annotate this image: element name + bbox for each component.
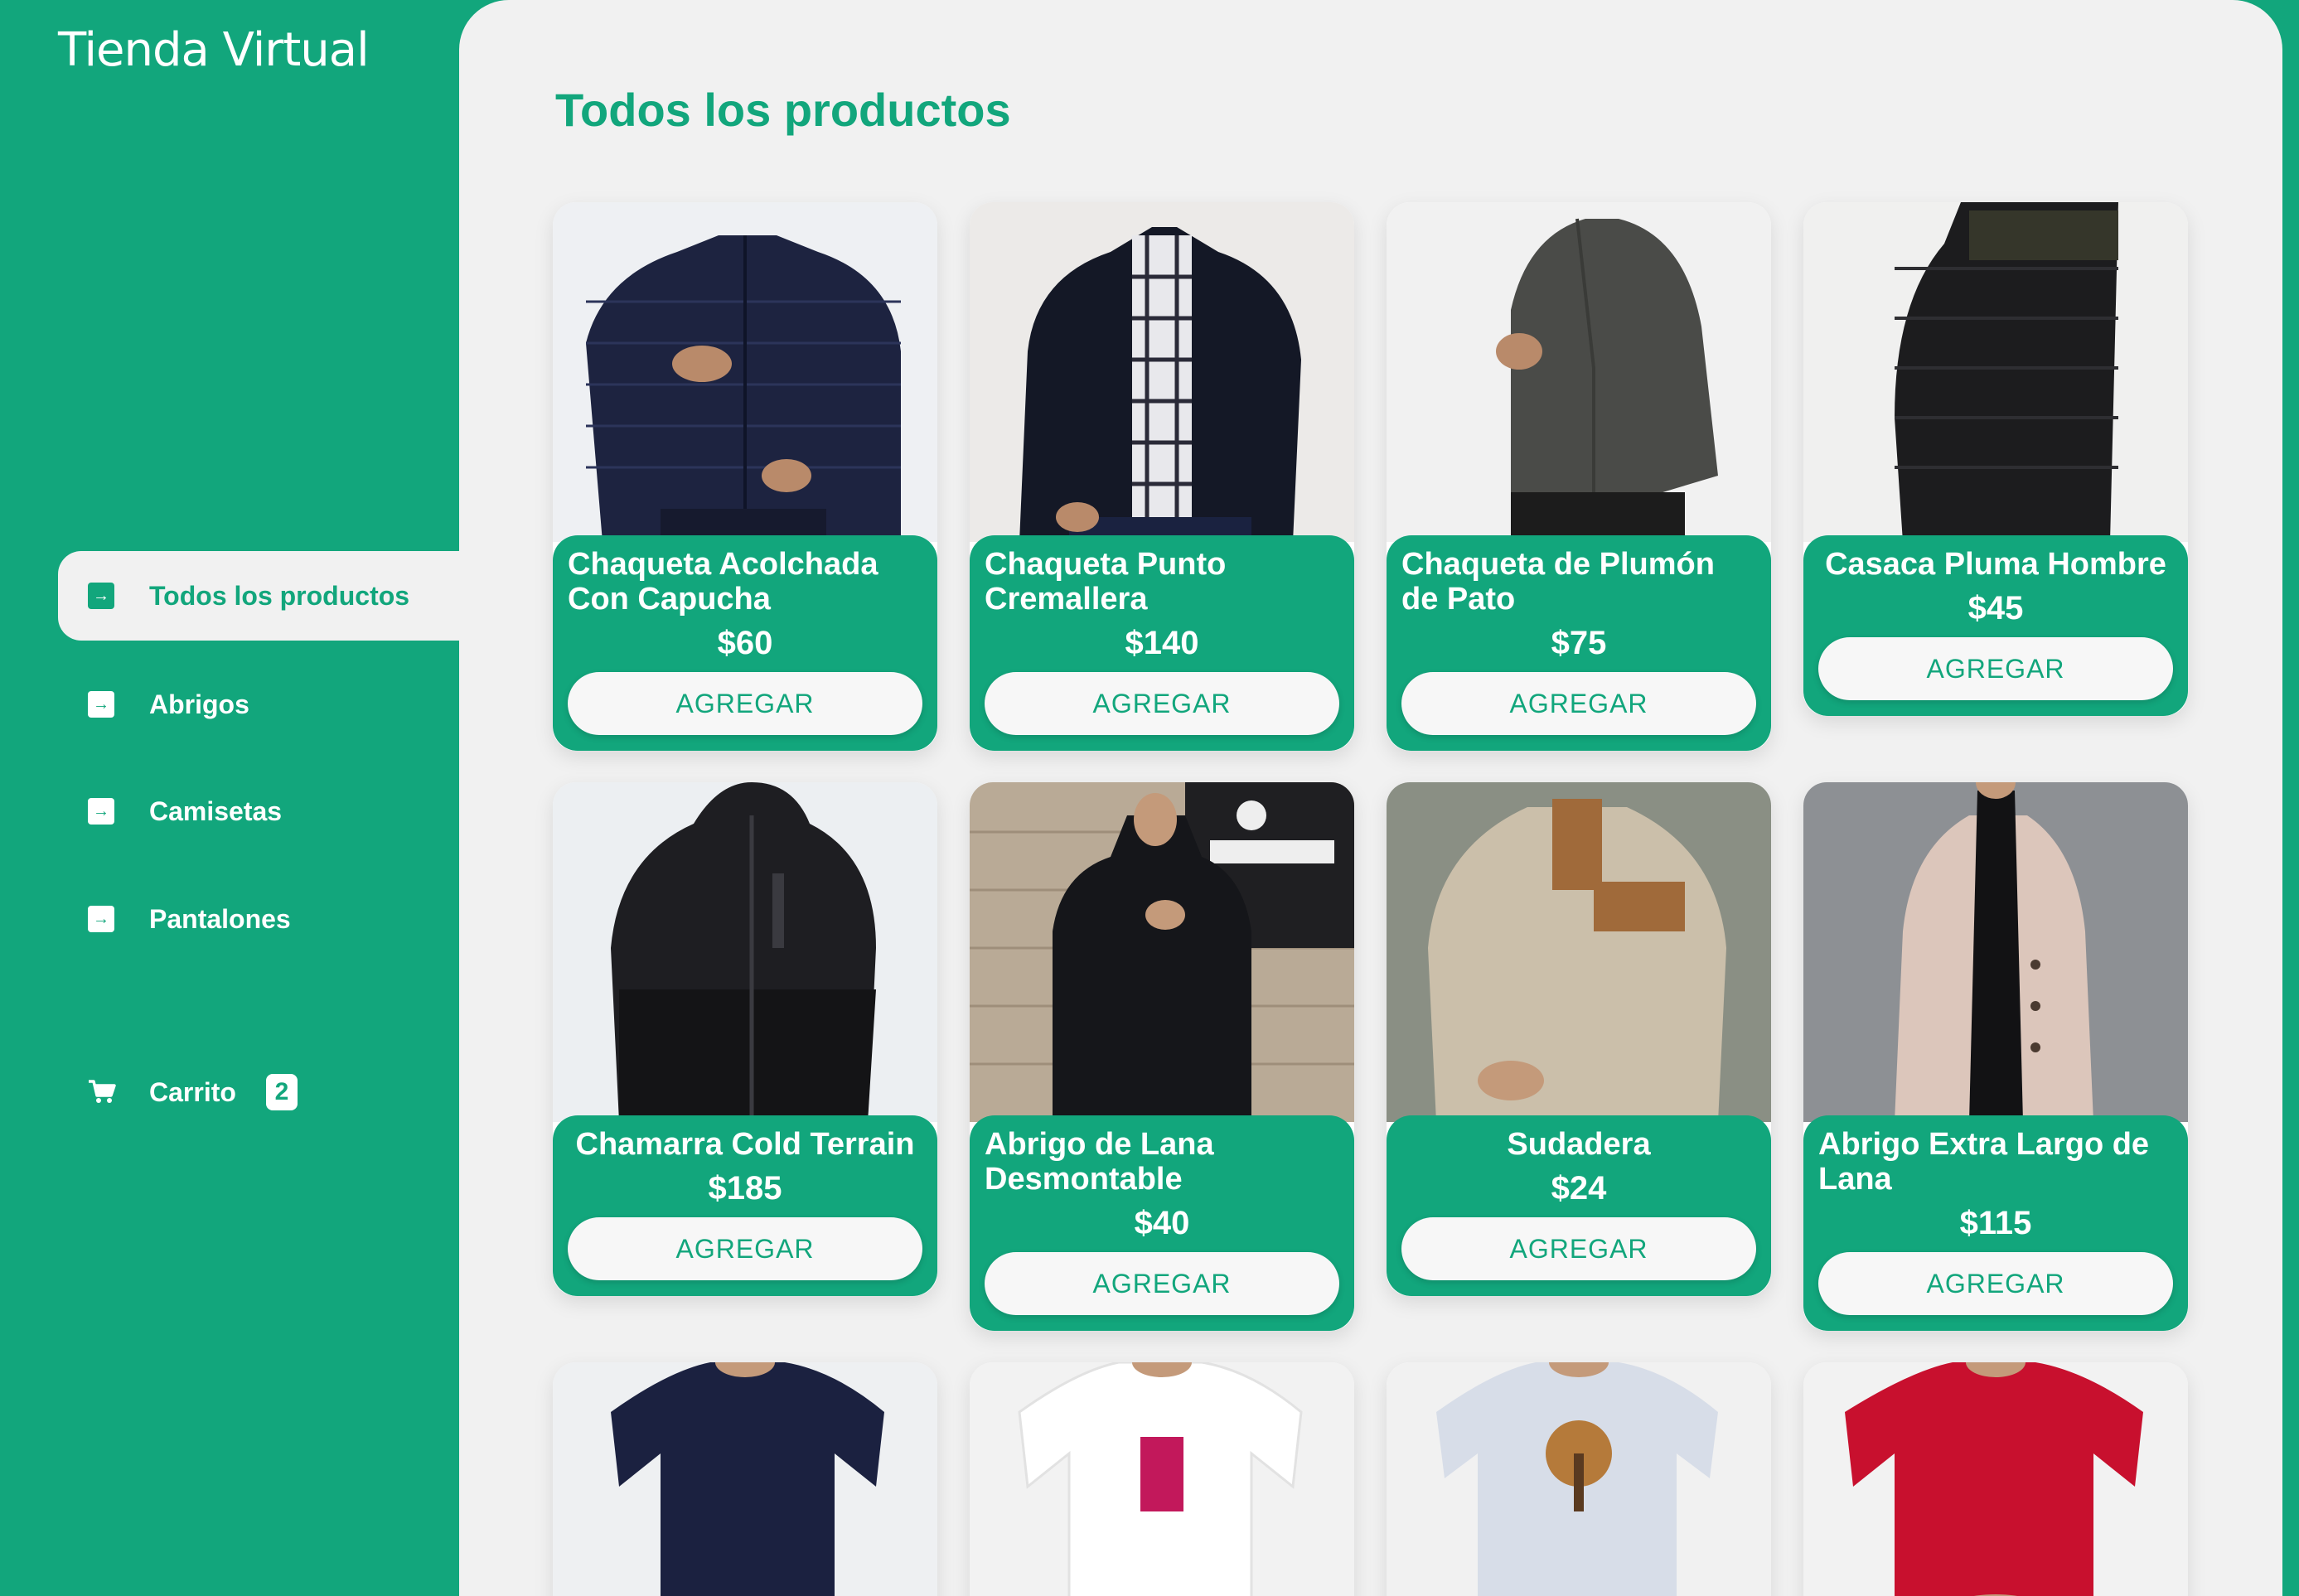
product-info: Sudadera $24 AGREGAR — [1387, 1115, 1771, 1296]
product-price: $45 — [1967, 590, 2024, 626]
product-card: Abrigo Extra Largo de Lana $115 AGREGAR — [1803, 782, 2188, 1331]
product-info: Chaqueta Punto Cremallera $140 AGREGAR — [970, 535, 1354, 751]
sidebar-item-label: Todos los productos — [149, 580, 410, 611]
product-card — [970, 1362, 1354, 1596]
product-photo — [970, 1362, 1354, 1596]
add-to-cart-button[interactable]: AGREGAR — [985, 1252, 1339, 1315]
add-to-cart-button[interactable]: AGREGAR — [568, 1217, 922, 1280]
product-card: Chaqueta Punto Cremallera $140 AGREGAR — [970, 202, 1354, 751]
product-photo — [553, 202, 937, 542]
product-name: Chaqueta Punto Cremallera — [985, 547, 1227, 617]
product-card: Casaca Pluma Hombre $45 AGREGAR — [1803, 202, 2188, 716]
product-card: Chaqueta Acolchada Con Capucha $60 AGREG… — [553, 202, 937, 751]
cart-label: Carrito — [149, 1076, 236, 1107]
product-photo — [970, 782, 1354, 1122]
sidebar-item-label: Abrigos — [149, 689, 249, 719]
product-photo — [1387, 202, 1771, 542]
add-to-cart-button[interactable]: AGREGAR — [1818, 1252, 2173, 1315]
product-price: $185 — [708, 1170, 782, 1207]
product-card: Chamarra Cold Terrain $185 AGREGAR — [553, 782, 937, 1296]
sidebar-item-camisetas[interactable]: → Camisetas — [58, 767, 459, 856]
product-name: Casaca Pluma Hombre — [1825, 547, 2166, 582]
add-to-cart-button[interactable]: AGREGAR — [1401, 672, 1756, 735]
product-price: $140 — [1125, 625, 1199, 661]
product-name: Chamarra Cold Terrain — [575, 1127, 915, 1162]
product-photo — [553, 782, 937, 1122]
product-info: Chaqueta Acolchada Con Capucha $60 AGREG… — [553, 535, 937, 751]
product-info: Abrigo Extra Largo de Lana $115 AGREGAR — [1803, 1115, 2188, 1331]
product-name: Chaqueta Acolchada Con Capucha — [568, 547, 878, 617]
cart-icon — [88, 1080, 116, 1105]
sidebar-item-abrigos[interactable]: → Abrigos — [58, 660, 459, 749]
sidebar: Tienda Virtual → Todos los productos → A… — [0, 0, 459, 1596]
product-name: Abrigo de Lana Desmontable — [985, 1127, 1214, 1197]
product-name: Chaqueta de Plumón de Pato — [1401, 547, 1715, 617]
product-card — [553, 1362, 937, 1596]
sidebar-item-pantalones[interactable]: → Pantalones — [58, 874, 459, 964]
cart-count-badge: 2 — [265, 1074, 298, 1110]
product-photo — [553, 1362, 937, 1596]
product-name: Abrigo Extra Largo de Lana — [1818, 1127, 2150, 1197]
product-info: Chamarra Cold Terrain $185 AGREGAR — [553, 1115, 937, 1296]
product-price: $40 — [1134, 1205, 1190, 1241]
app-logo: Tienda Virtual — [58, 23, 370, 77]
sidebar-item-label: Pantalones — [149, 903, 291, 934]
page-title: Todos los productos — [555, 84, 1011, 136]
arrow-right-square-icon: → — [88, 906, 114, 932]
product-info: Chaqueta de Plumón de Pato $75 AGREGAR — [1387, 535, 1771, 751]
sidebar-item-carrito[interactable]: Carrito 2 — [58, 1047, 459, 1137]
add-to-cart-button[interactable]: AGREGAR — [985, 672, 1339, 735]
product-price: $75 — [1551, 625, 1607, 661]
product-photo — [970, 202, 1354, 542]
sidebar-item-label: Camisetas — [149, 796, 283, 826]
arrow-right-square-icon: → — [88, 798, 114, 825]
main-content: Todos los productos Chaqueta Acolchada C… — [459, 0, 2282, 1596]
product-price: $24 — [1551, 1170, 1607, 1207]
product-card: Abrigo de Lana Desmontable $40 AGREGAR — [970, 782, 1354, 1331]
product-photo — [1803, 202, 2188, 542]
product-photo — [1387, 782, 1771, 1122]
product-photo — [1803, 1362, 2188, 1596]
product-card — [1803, 1362, 2188, 1596]
product-info: Abrigo de Lana Desmontable $40 AGREGAR — [970, 1115, 1354, 1331]
add-to-cart-button[interactable]: AGREGAR — [568, 672, 922, 735]
sidebar-item-todos-los-productos[interactable]: → Todos los productos — [58, 551, 459, 641]
product-info: Casaca Pluma Hombre $45 AGREGAR — [1803, 535, 2188, 716]
product-photo — [1803, 782, 2188, 1122]
product-price: $60 — [717, 625, 773, 661]
add-to-cart-button[interactable]: AGREGAR — [1818, 637, 2173, 700]
product-card: Sudadera $24 AGREGAR — [1387, 782, 1771, 1296]
product-card — [1387, 1362, 1771, 1596]
product-card: Chaqueta de Plumón de Pato $75 AGREGAR — [1387, 202, 1771, 751]
add-to-cart-button[interactable]: AGREGAR — [1401, 1217, 1756, 1280]
product-photo — [1387, 1362, 1771, 1596]
arrow-right-square-icon: → — [88, 583, 114, 609]
arrow-right-square-icon: → — [88, 691, 114, 718]
product-name: Sudadera — [1507, 1127, 1651, 1162]
product-price: $115 — [1959, 1205, 2032, 1241]
